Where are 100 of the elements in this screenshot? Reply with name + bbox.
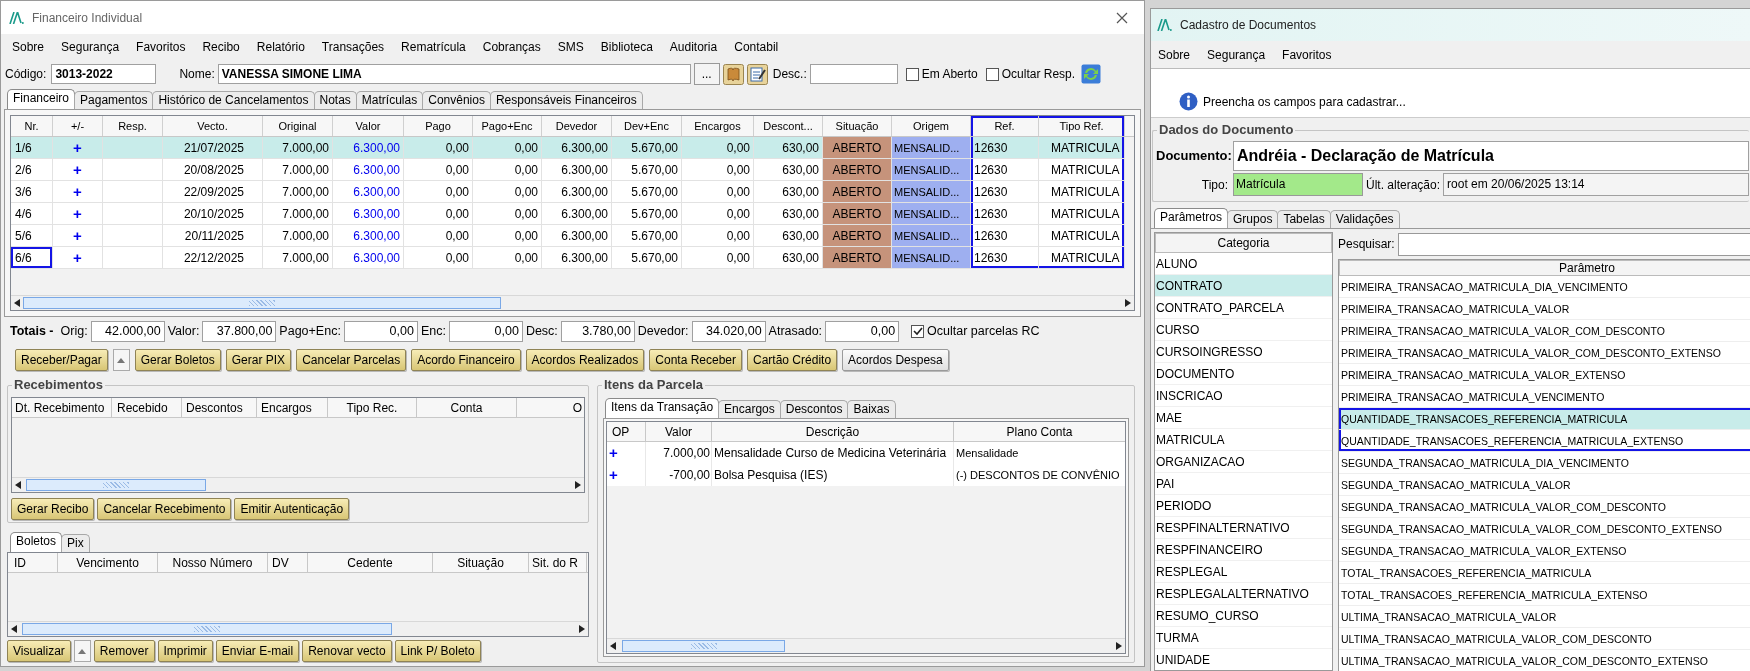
checkbox[interactable] [905,67,919,81]
menu-item[interactable]: Sobre [1158,45,1191,64]
menu-item[interactable]: Recibo [202,37,240,56]
action-button[interactable]: Remover [93,640,155,662]
menu-item[interactable]: Relatório [256,37,305,56]
horizontal-scrollbar[interactable] [11,295,1134,310]
text-field[interactable]: VANESSA SIMONE LIMA [217,64,691,84]
tab[interactable]: Financeiro [7,89,76,109]
tab[interactable]: Parâmetros [1154,208,1229,228]
expand-button[interactable] [112,349,130,371]
left-arrow-icon[interactable] [11,625,17,633]
action-button[interactable]: Gerar Boletos [134,349,221,371]
text-field[interactable] [809,64,898,84]
tab[interactable]: Baixas [847,400,896,418]
list-item[interactable]: CONTRATO [1155,275,1332,297]
menu-item[interactable]: Cobranças [482,37,541,56]
menu-item[interactable]: Segurança [61,37,120,56]
tab[interactable]: Matrículas [355,91,424,109]
action-button[interactable]: Cartão Crédito [747,349,838,371]
action-button[interactable]: Acordos Despesa [842,349,949,371]
action-button[interactable]: Conta Receber [649,349,742,371]
list-item[interactable]: QUANTIDADE_TRANSACOES_REFERENCIA_MATRICULA_EXTENSO [1339,430,1750,452]
text-field[interactable]: 0,00 [343,320,418,342]
checkbox[interactable] [985,67,999,81]
tab[interactable]: Notas [313,91,357,109]
left-arrow-icon[interactable] [610,642,616,650]
checkbox[interactable] [911,324,925,338]
tab[interactable]: Histórico de Cancelamentos [152,91,315,109]
text-field[interactable]: Matrícula [1233,173,1363,196]
right-arrow-icon[interactable] [1116,642,1122,650]
list-item[interactable]: QUANTIDADE_TRANSACOES_REFERENCIA_MATRICULA [1339,408,1750,430]
action-button[interactable]: Link P/ Boleto [394,640,481,662]
tab[interactable]: Boletos [10,532,63,552]
text-field[interactable]: 3013-2022 [51,64,157,84]
action-button[interactable]: Emitir Autenticação [234,498,350,520]
action-button[interactable]: Gerar PIX [225,349,292,371]
text-field[interactable]: 42.000,00 [90,320,165,342]
horizontal-scrollbar[interactable] [8,621,588,636]
tab[interactable]: Itens da Transação [605,398,720,418]
notepad-icon[interactable] [746,63,768,85]
table-cell: MATRICULA [1039,247,1125,269]
tab[interactable]: Tabelas [1277,210,1331,228]
up-arrow-icon [117,357,126,363]
action-button[interactable]: Acordo Financeiro [411,349,521,371]
menu-item[interactable]: Auditoria [669,37,718,56]
tab[interactable]: Pagamentos [74,91,154,109]
left-arrow-icon[interactable] [14,299,20,307]
table-row[interactable]: 5/6 + 20/11/2025 7.000,00 6.300,00 0,00 0,00 6.300,00 5.670,00 0,00 630,00 ABERTO MENSALID... 12630 MATRICULA [11,225,1125,247]
menu-item[interactable]: Transações [321,37,385,56]
text-field[interactable]: 34.020,00 [691,320,766,342]
table-row[interactable]: 1/6 + 21/07/2025 7.000,00 6.300,00 0,00 0,00 6.300,00 5.670,00 0,00 630,00 ABERTO MENSALID... 12630 MATRICULA [11,137,1125,159]
table-row[interactable]: 2/6 + 20/08/2025 7.000,00 6.300,00 0,00 0,00 6.300,00 5.670,00 0,00 630,00 ABERTO MENSALID... 12630 MATRICULA [11,159,1125,181]
menu-item[interactable]: Favoritos [136,37,186,56]
text-field[interactable]: 0,00 [448,320,523,342]
text-field[interactable]: 37.800,00 [202,320,277,342]
expand-button[interactable] [73,640,91,662]
tab[interactable]: Responsáveis Financeiros [489,91,643,109]
more-button[interactable]: ... [693,63,720,85]
menu-item[interactable]: Contabil [734,37,779,56]
refresh-icon[interactable] [1081,64,1102,84]
action-button[interactable]: Cancelar Recebimento [97,498,232,520]
table-cell: ABERTO [823,225,892,247]
tab[interactable]: Grupos [1227,210,1279,228]
tab[interactable]: Encargos [718,400,781,418]
right-arrow-icon[interactable] [579,625,585,633]
menu-item[interactable]: Sobre [12,37,45,56]
right-arrow-icon[interactable] [575,481,581,489]
table-row[interactable]: 4/6 + 20/10/2025 7.000,00 6.300,00 0,00 0,00 6.300,00 5.670,00 0,00 630,00 ABERTO MENSALID... 12630 MATRICULA [11,203,1125,225]
action-button[interactable]: Imprimir [157,640,213,662]
action-button[interactable]: Gerar Recibo [11,498,95,520]
tab[interactable]: Convênios [422,91,491,109]
menu-item[interactable]: Favoritos [1282,45,1332,64]
left-arrow-icon[interactable] [15,481,21,489]
action-button[interactable]: Visualizar [7,640,71,662]
text-field[interactable]: Andréia - Declaração de Matrícula [1233,141,1749,171]
action-button[interactable]: Acordos Realizados [525,349,645,371]
action-button[interactable]: Receber/Pagar [15,349,108,371]
tab[interactable]: Pix [61,534,90,552]
tab[interactable]: Validações [1329,210,1400,228]
table-cell: -700,00 [646,464,712,486]
menu-item[interactable]: Segurança [1207,45,1266,64]
horizontal-scrollbar[interactable] [607,638,1125,653]
book-icon[interactable] [722,63,744,85]
action-button[interactable]: Enviar E-mail [215,640,300,662]
text-field[interactable]: 0,00 [825,320,900,342]
field-label: Nome: [179,66,215,83]
close-icon[interactable] [1116,11,1128,24]
horizontal-scrollbar[interactable] [12,477,584,492]
menu-item[interactable]: Rematrícula [401,37,466,56]
menu-item[interactable]: SMS [557,37,584,56]
table-cell: 6/6 [11,247,53,269]
table-row[interactable]: 6/6 + 22/12/2025 7.000,00 6.300,00 0,00 0,00 6.300,00 5.670,00 0,00 630,00 ABERTO MENSALID... 12630 MATRICULA [11,247,1125,269]
search-field[interactable] [1397,232,1750,256]
table-row[interactable]: 3/6 + 22/09/2025 7.000,00 6.300,00 0,00 0,00 6.300,00 5.670,00 0,00 630,00 ABERTO MENSALID... 12630 MATRICULA [11,181,1125,203]
menu-item[interactable]: Biblioteca [600,37,653,56]
right-arrow-icon[interactable] [1125,299,1131,307]
action-button[interactable]: Cancelar Parcelas [296,349,407,371]
action-button[interactable]: Renovar vecto [302,640,392,662]
tab[interactable]: Descontos [779,400,849,418]
text-field[interactable]: 3.780,00 [560,320,635,342]
